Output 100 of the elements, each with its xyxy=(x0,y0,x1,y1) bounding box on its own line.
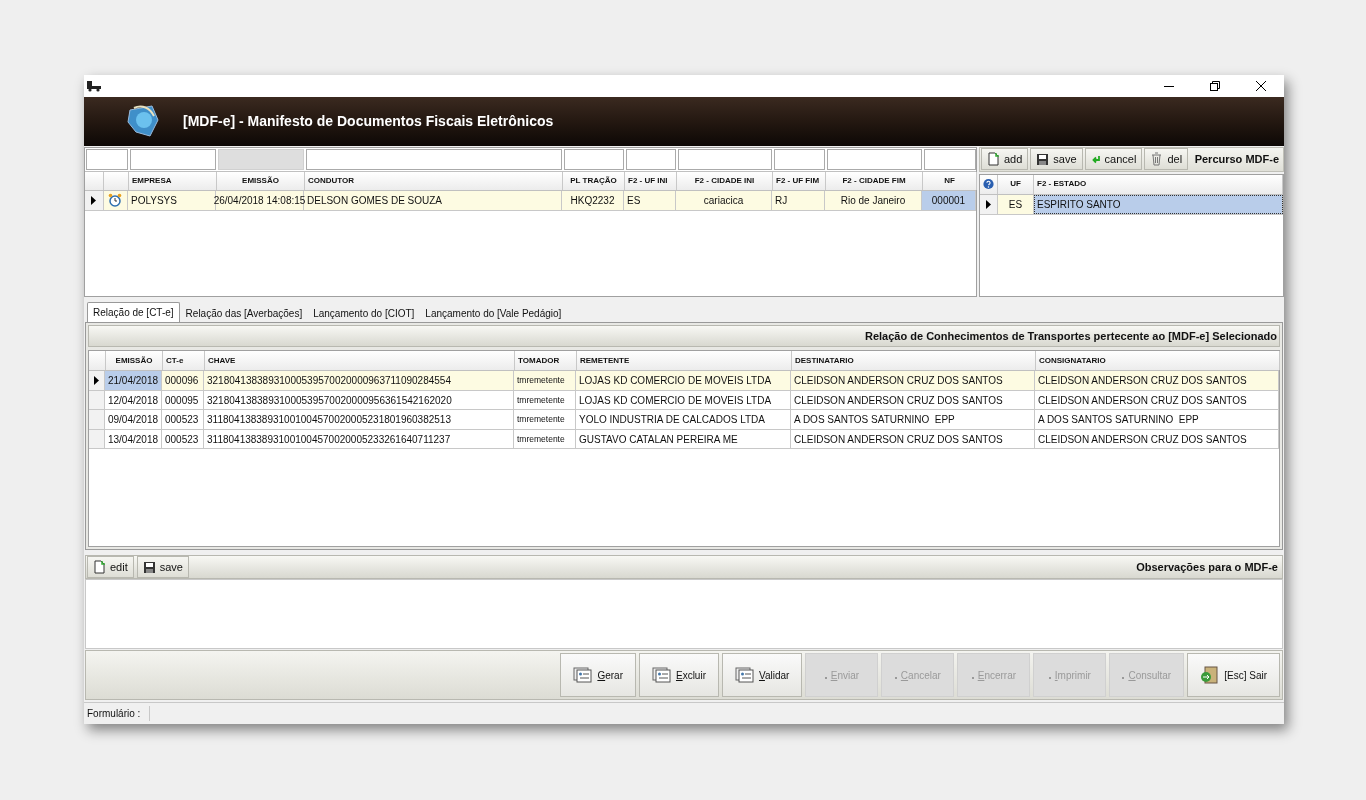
table-cell: RJ xyxy=(772,190,825,210)
table-cell: 13/04/2018 xyxy=(105,429,162,449)
column-header[interactable]: F2 - ESTADO xyxy=(1034,174,1283,194)
row-indicator xyxy=(89,410,105,429)
table-cell: CLEIDSON ANDERSON CRUZ DOS SANTOS xyxy=(1035,371,1279,390)
column-header[interactable]: NF xyxy=(923,171,977,190)
column-header[interactable]: EMISSÃO xyxy=(217,171,305,190)
close-icon xyxy=(1256,81,1266,91)
filter-field[interactable] xyxy=(678,148,772,170)
table-cell: HKQ2232 xyxy=(562,190,624,210)
status-label: Formulário : xyxy=(84,706,150,721)
table-row[interactable]: 13/04/2018 000523 31180413838931001004570020005233261640711237 tmremetente GUSTAVO CATALAN PEREIRA ME CLEIDSON ANDERSON CRUZ DOS SANTOS CLEIDSON ANDERSON CRUZ DOS SANTOS xyxy=(89,429,1279,450)
form-icon xyxy=(573,667,594,684)
action-button[interactable]: Validar xyxy=(722,653,803,698)
table-cell: CLEIDSON ANDERSON CRUZ DOS SANTOS xyxy=(1035,429,1279,449)
column-header[interactable]: F2 - CIDADE INI xyxy=(677,171,773,190)
table-cell: A DOS SANTOS SATURNINO EPP xyxy=(791,410,1035,429)
table-cell: YOLO INDUSTRIA DE CALCADOS LTDA xyxy=(576,410,791,429)
column-header[interactable]: DESTINATARIO xyxy=(792,351,1036,371)
table-row[interactable]: 21/04/2018 000096 32180413838931000539570020000963711090284554 tmremetente LOJAS KD COMERCIO DE MOVEIS LTDA CLEIDSON ANDERSON CRUZ DOS SANTOS CLEIDSON ANDERSON CRUZ DOS SANTOS xyxy=(89,371,1279,391)
action-button[interactable]: Excluir xyxy=(638,653,719,698)
button-label: Consultar xyxy=(1128,668,1172,683)
truck-icon xyxy=(86,80,102,92)
exit-icon xyxy=(1200,666,1221,685)
del-button[interactable]: del xyxy=(1144,148,1189,171)
save-icon xyxy=(142,560,156,574)
tab[interactable]: Lançamento do [Vale Pedágio] xyxy=(420,304,567,323)
table-row[interactable]: ES ESPIRITO SANTO xyxy=(980,194,1283,215)
filter-field[interactable] xyxy=(774,148,825,170)
filter-field[interactable] xyxy=(306,148,562,170)
table-cell: LOJAS KD COMERCIO DE MOVEIS LTDA xyxy=(576,390,791,410)
table-cell: ES xyxy=(624,190,676,210)
action-button[interactable]: Gerar xyxy=(560,653,636,698)
column-header[interactable]: CONSIGNATARIO xyxy=(1036,351,1280,371)
tab[interactable]: Lançamento do [CIOT] xyxy=(308,304,420,323)
filter-field[interactable] xyxy=(130,148,216,170)
table-row[interactable]: POLYSYS 26/04/2018 14:08:15 DELSON GOMES DE SOUZA HKQ2232 ES cariacica RJ Rio de Janeiro 000001 xyxy=(85,190,976,211)
table-cell: CLEIDSON ANDERSON CRUZ DOS SANTOS xyxy=(1035,390,1279,410)
filter-field[interactable] xyxy=(564,148,624,170)
window-title: [MDF-e] - Manifesto de Documentos Fiscais Eletrônicos xyxy=(183,111,554,131)
tab[interactable]: Relação das [Averbações] xyxy=(180,304,308,323)
column-header[interactable]: PL TRAÇÃO xyxy=(563,171,625,190)
row-pointer-icon xyxy=(91,195,97,205)
panel-title: Relação de Conhecimentos de Transportes pertecente ao [MDF-e] Selecionado xyxy=(865,329,1277,345)
table-cell: LOJAS KD COMERCIO DE MOVEIS LTDA xyxy=(576,371,791,390)
edit-button[interactable]: edit xyxy=(87,556,134,578)
filter-field[interactable] xyxy=(827,148,922,170)
form-icon xyxy=(651,667,672,684)
table-cell: tmremetente xyxy=(514,390,576,410)
row-pointer-icon xyxy=(94,376,99,386)
table-cell: tmremetente xyxy=(514,410,576,429)
filter-field[interactable] xyxy=(924,148,976,170)
table-cell: 31180413838931001004570020005231801960382513 xyxy=(204,410,514,429)
cancel-button[interactable]: cancel xyxy=(1084,148,1143,171)
column-header[interactable]: EMPRESA xyxy=(129,171,217,190)
table-cell: 32180413838931000539570020000956361542162020 xyxy=(204,390,514,410)
tab[interactable]: Relação de [CT-e] xyxy=(87,302,180,323)
filter-field[interactable] xyxy=(626,148,676,170)
table-row[interactable]: 12/04/2018 000095 32180413838931000539570020000956361542162020 tmremetente LOJAS KD COMERCIO DE MOVEIS LTDA CLEIDSON ANDERSON CRUZ DOS SANTOS CLEIDSON ANDERSON CRUZ DOS SANTOS xyxy=(89,390,1279,411)
column-header[interactable]: CHAVE xyxy=(205,351,515,371)
observations-field[interactable] xyxy=(85,579,1283,650)
help-icon xyxy=(983,177,994,192)
table-cell: tmremetente xyxy=(514,371,576,390)
button-label: Gerar xyxy=(597,668,623,683)
column-header[interactable]: CT-e xyxy=(163,351,205,371)
table-cell: 000523 xyxy=(162,410,204,429)
trash-icon xyxy=(1150,152,1164,167)
table-cell: tmremetente xyxy=(514,429,576,449)
button-label: Imprimir xyxy=(1054,668,1091,683)
table-cell: 000095 xyxy=(162,390,204,410)
action-button[interactable]: [Esc] Sair xyxy=(1187,653,1280,698)
table-cell: 000096 xyxy=(162,371,204,390)
table-cell: 21/04/2018 xyxy=(105,371,162,390)
panel-title: Observações para o MDF-e xyxy=(1136,559,1279,575)
add-button[interactable]: add xyxy=(981,148,1029,171)
button-label: Encerrar xyxy=(977,668,1017,683)
column-header[interactable]: CONDUTOR xyxy=(305,171,563,190)
table-cell: cariacica xyxy=(676,190,772,210)
filter-field[interactable] xyxy=(86,148,128,170)
alarm-clock-icon xyxy=(108,193,123,208)
column-header[interactable]: F2 - CIDADE FIM xyxy=(826,171,923,190)
table-cell: GUSTAVO CATALAN PEREIRA ME xyxy=(576,429,791,449)
column-header[interactable]: REMETENTE xyxy=(577,351,792,371)
table-row[interactable]: 09/04/2018 000523 31180413838931001004570020005231801960382513 tmremetente YOLO INDUSTRIA DE CALCADOS LTDA A DOS SANTOS SATURNINO EPP A DOS SANTOS SATURNINO EPP xyxy=(89,410,1279,430)
column-header[interactable]: UF xyxy=(998,174,1034,194)
row-pointer-icon xyxy=(986,199,991,209)
column-header[interactable]: F2 - UF FIM xyxy=(773,171,826,190)
column-header[interactable]: TOMADOR xyxy=(515,351,577,371)
table-cell: 26/04/2018 14:08:15 xyxy=(216,190,304,210)
button-label: Excluir xyxy=(675,668,706,683)
column-header[interactable]: F2 - UF INI xyxy=(625,171,677,190)
save-button[interactable]: save xyxy=(1030,148,1083,171)
table-cell: DELSON GOMES DE SOUZA xyxy=(304,190,562,210)
table-cell: 000523 xyxy=(162,429,204,449)
table-cell: 31180413838931001004570020005233261640711237 xyxy=(204,429,514,449)
save-icon xyxy=(1036,152,1050,166)
table-cell: CLEIDSON ANDERSON CRUZ DOS SANTOS xyxy=(791,429,1035,449)
table-cell: 12/04/2018 xyxy=(105,390,162,410)
column-header[interactable]: EMISSÃO xyxy=(106,351,163,371)
save-button[interactable]: save xyxy=(136,556,189,578)
